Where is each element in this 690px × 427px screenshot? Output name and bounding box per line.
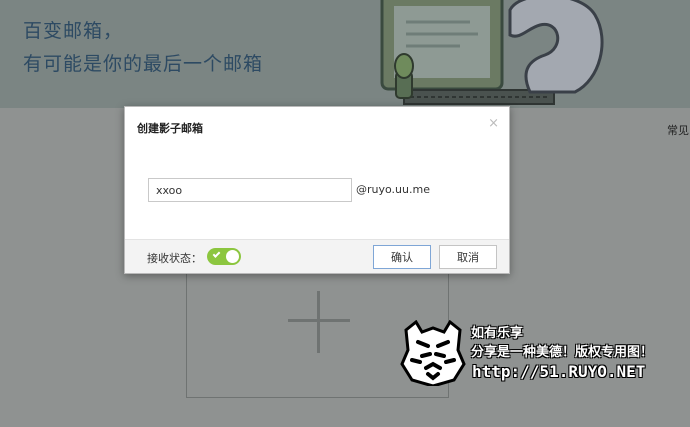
domain-suffix: @ruyo.uu.me [356, 183, 430, 196]
check-icon [212, 250, 221, 258]
receive-status-label: 接收状态： [147, 252, 202, 265]
cancel-button[interactable]: 取消 [439, 245, 497, 269]
watermark-line2: 分享是一种美德！版权专用图！ [471, 345, 654, 360]
confirm-button[interactable]: 确认 [373, 245, 431, 269]
mailbox-name-input[interactable] [148, 178, 352, 202]
close-icon[interactable]: × [488, 116, 499, 131]
promo-banner: 百变邮箱， 有可能是你的最后一个邮箱 [0, 0, 690, 108]
plus-icon-vertical [317, 291, 320, 353]
dialog-title: 创建影子邮箱 [137, 122, 203, 135]
banner-tagline-line2: 有可能是你的最后一个邮箱 [23, 53, 264, 75]
faq-link[interactable]: 常见问题 [667, 122, 690, 138]
tiger-logo-icon [400, 320, 466, 386]
watermark-url: http://51.RUYO.NET [472, 362, 646, 381]
receive-status-toggle[interactable] [207, 248, 241, 265]
toggle-knob [226, 250, 239, 263]
dialog-footer: 接收状态： 确认 取消 [125, 239, 509, 273]
banner-illustration [380, 0, 604, 105]
banner-tagline-line1: 百变邮箱， [23, 20, 124, 42]
watermark-line1: 如有乐享 [471, 326, 524, 341]
create-shadow-mailbox-dialog: 创建影子邮箱 × @ruyo.uu.me 接收状态： 确认 取消 [124, 106, 510, 274]
